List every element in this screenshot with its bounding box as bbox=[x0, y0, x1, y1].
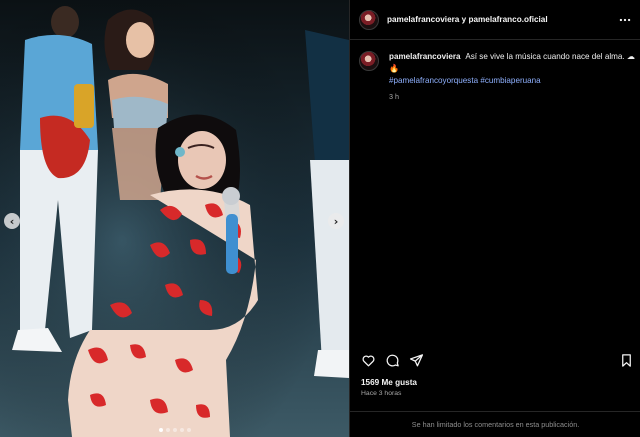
action-bar bbox=[359, 351, 635, 369]
comment-icon bbox=[386, 354, 399, 366]
concert-photo bbox=[0, 0, 349, 437]
carousel-dot bbox=[186, 428, 191, 432]
post-caption: pamelafrancoviera Así se vive la música … bbox=[359, 51, 635, 103]
post-side-panel: pamelafrancoviera y pamelafranco.oficial… bbox=[349, 0, 640, 437]
post-media[interactable]: ‹ › bbox=[0, 0, 349, 437]
caption-username[interactable]: pamelafrancoviera bbox=[389, 52, 461, 61]
heart-icon bbox=[362, 355, 374, 366]
carousel-dot bbox=[172, 428, 177, 432]
caption-avatar[interactable] bbox=[359, 51, 379, 71]
post-authors[interactable]: pamelafrancoviera y pamelafranco.oficial bbox=[387, 15, 548, 24]
carousel-dot bbox=[165, 428, 170, 432]
caption-timestamp[interactable]: 3 h bbox=[389, 91, 635, 103]
more-horizontal-icon bbox=[619, 18, 631, 22]
post-header: pamelafrancoviera y pamelafranco.oficial bbox=[350, 0, 640, 40]
next-slide-button[interactable]: › bbox=[328, 213, 344, 229]
carousel-indicator bbox=[0, 428, 349, 432]
send-icon bbox=[409, 353, 423, 366]
comments-limited-text: Se han limitado los comentarios en esta … bbox=[411, 420, 580, 429]
bookmark-icon bbox=[621, 353, 631, 367]
comments-limited-notice: Se han limitado los comentarios en esta … bbox=[350, 411, 640, 437]
fire-emoji: 🔥 bbox=[389, 64, 400, 73]
more-options-button[interactable] bbox=[617, 12, 633, 28]
author-avatar[interactable] bbox=[359, 9, 379, 30]
instagram-post-view: ‹ › pamelafrancoviera y pamelafranco.ofi… bbox=[0, 0, 640, 437]
caption-text: Así se vive la música cuando nace del al… bbox=[465, 52, 635, 61]
carousel-dot bbox=[179, 428, 184, 432]
caption-hashtags: #pamelafrancoyorquesta #cumbiaperuana bbox=[389, 75, 635, 87]
hashtag-link[interactable]: #cumbiaperuana bbox=[480, 76, 540, 85]
post-date: Hace 3 horas bbox=[361, 390, 402, 397]
hashtag-link[interactable]: #pamelafrancoyorquesta bbox=[389, 76, 478, 85]
save-button[interactable] bbox=[617, 351, 635, 369]
comment-button[interactable] bbox=[383, 351, 401, 369]
share-button[interactable] bbox=[407, 351, 425, 369]
likes-count[interactable]: 1569 Me gusta bbox=[361, 378, 417, 387]
previous-slide-button[interactable]: ‹ bbox=[4, 213, 20, 229]
like-button[interactable] bbox=[359, 351, 377, 369]
carousel-dot bbox=[158, 428, 163, 432]
